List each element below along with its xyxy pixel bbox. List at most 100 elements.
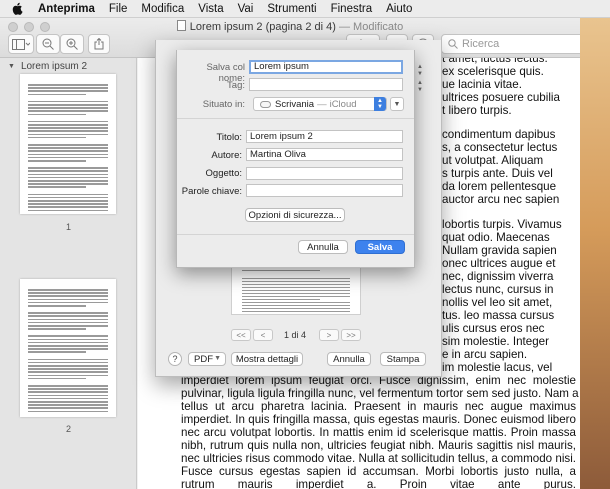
sidebar-toggle-button[interactable] (8, 34, 34, 54)
location-separator: — (317, 98, 327, 110)
page-thumbnail-2[interactable] (20, 279, 116, 417)
thumbnail-text-line (28, 315, 108, 317)
menu-finestra[interactable]: Finestra (331, 3, 373, 15)
thumbnail-text-line (28, 90, 108, 92)
save-as-input[interactable]: Lorem ipsum (249, 60, 403, 74)
zoom-out-button[interactable] (36, 34, 60, 54)
share-button[interactable] (88, 34, 110, 54)
thumbnail-text-line (28, 394, 108, 397)
sidebar-section-header[interactable]: ▼ Lorem ipsum 2 (0, 58, 136, 74)
print-cancel-button[interactable]: Annulla (327, 352, 371, 366)
author-label: Autore: (211, 150, 242, 161)
thumbnail-text-line (28, 305, 86, 307)
page-nav-prev-group: << < (231, 328, 273, 342)
search-placeholder: Ricerca (462, 38, 500, 50)
tags-input[interactable] (249, 78, 403, 91)
menu-vai[interactable]: Vai (238, 3, 254, 15)
menu-aiuto[interactable]: Aiuto (386, 3, 412, 15)
thumbnail-text-line (28, 130, 108, 132)
thumbnail-text-line (28, 365, 108, 367)
menu-vista[interactable]: Vista (198, 3, 223, 15)
thumbnail-text-line (28, 358, 108, 361)
last-page-button[interactable]: >> (341, 329, 361, 341)
show-details-button[interactable]: Mostra dettagli (231, 352, 303, 366)
preview-text-line (242, 296, 350, 298)
thumbnail-text-line (28, 196, 108, 199)
menu-strumenti[interactable]: Strumenti (267, 3, 316, 15)
thumbnail-text-line (28, 345, 108, 347)
thumbnail-text-line (28, 173, 108, 176)
first-page-button[interactable]: << (231, 329, 251, 341)
subject-input[interactable] (246, 167, 403, 180)
author-input[interactable]: Martina Oliva (246, 148, 403, 161)
save-cancel-button[interactable]: Annulla (298, 240, 348, 254)
preview-text-line (242, 290, 350, 292)
page-nav-next-group: > >> (319, 328, 361, 342)
subject-label: Oggetto: (205, 168, 242, 179)
document-text-line: pulvinar, ligula ligula fringilla nunc, … (181, 387, 579, 400)
location-select[interactable]: Scrivania — iCloud ▲ ▼ (253, 97, 387, 111)
document-text-line: Fusce cursus egestas sapien id accumsan.… (181, 465, 576, 478)
thumbnail-text-line (28, 87, 108, 89)
title-input[interactable]: Lorem ipsum 2 (246, 130, 403, 143)
thumbnail-text-line (28, 93, 86, 96)
page-number-1: 1 (65, 222, 71, 232)
preview-text-line (242, 314, 350, 315)
thumbnail-text-line (28, 200, 108, 202)
thumbnail-text-line (28, 167, 108, 169)
next-page-button[interactable]: > (319, 329, 339, 341)
thumbnail-text-line (28, 328, 86, 330)
window-title: Lorem ipsum 2 (pagina 2 di 4) — Modifica… (0, 20, 580, 33)
expand-browser-button[interactable]: ▼ (390, 97, 404, 111)
thumbnail-text-line (28, 301, 108, 304)
save-button[interactable]: Salva (355, 240, 405, 254)
title-label: Titolo: (216, 132, 242, 143)
security-options-button[interactable]: Opzioni di sicurezza... (245, 208, 345, 222)
menu-file[interactable]: File (109, 3, 128, 15)
thumbnail-text-line (28, 147, 108, 149)
menu-anteprima[interactable]: Anteprima (38, 3, 95, 15)
document-text-line: nec ultricies risus commodo vitae. Nulla… (181, 452, 576, 465)
previous-page-button[interactable]: < (253, 329, 273, 341)
location-value: Scrivania (275, 98, 315, 110)
document-text-line: tus. leo massa cursus (442, 309, 555, 322)
keywords-label: Parole chiave: (181, 186, 242, 197)
page-indicator: 1 di 4 (284, 330, 307, 340)
preview-text-line (242, 281, 350, 283)
print-stepper-1[interactable]: ▲ ▼ (415, 64, 425, 78)
preview-text-line (242, 299, 320, 301)
thumbnail-text-line (28, 127, 108, 129)
thumbnail-text-line (28, 136, 86, 139)
document-text-line: t amet, luctus lectus. (442, 58, 548, 65)
menu-modifica[interactable]: Modifica (141, 3, 184, 15)
preview-text-line (242, 308, 350, 310)
keywords-input[interactable] (246, 184, 403, 197)
thumbnail-text-line (28, 361, 108, 364)
document-text-line: nec arcu volutpat lobortis. In mattis en… (181, 426, 576, 439)
share-icon (94, 38, 104, 50)
search-field[interactable]: Ricerca (441, 34, 580, 54)
print-button[interactable]: Stampa (380, 352, 426, 366)
page-thumbnail-1[interactable] (20, 74, 116, 214)
preview-text-line (242, 278, 350, 280)
document-text-line: ue lacinia vitae. (442, 78, 522, 91)
page-number-2: 2 (65, 424, 71, 434)
document-text-line: quat odio. Maecenas (442, 231, 550, 244)
zoom-in-button[interactable] (60, 34, 84, 54)
disclosure-triangle-icon[interactable]: ▼ (8, 63, 15, 70)
save-dialog: Salva col nome: Lorem ipsum Tag: Situato… (176, 50, 415, 268)
document-text-line: e in arcu sapien. (442, 348, 528, 361)
preview-text-line (242, 284, 350, 286)
thumbnail-text-line (28, 401, 108, 403)
thumbnail-text-line (28, 180, 108, 182)
help-button[interactable]: ? (168, 352, 182, 366)
print-stepper-2[interactable]: ▲ ▼ (415, 80, 425, 94)
thumbnail-text-line (28, 377, 86, 380)
thumbnail-text-line (28, 176, 108, 179)
pdf-menu-button[interactable]: PDF ▼ (188, 352, 226, 366)
document-text-line: tellus ut arcu pharetra lacinia. Praesen… (181, 400, 576, 413)
sidebar-section-title: Lorem ipsum 2 (20, 60, 88, 72)
thumbnail-text-line (28, 321, 108, 324)
thumbnail-text-line (28, 312, 108, 314)
apple-menu-icon[interactable] (12, 2, 24, 15)
